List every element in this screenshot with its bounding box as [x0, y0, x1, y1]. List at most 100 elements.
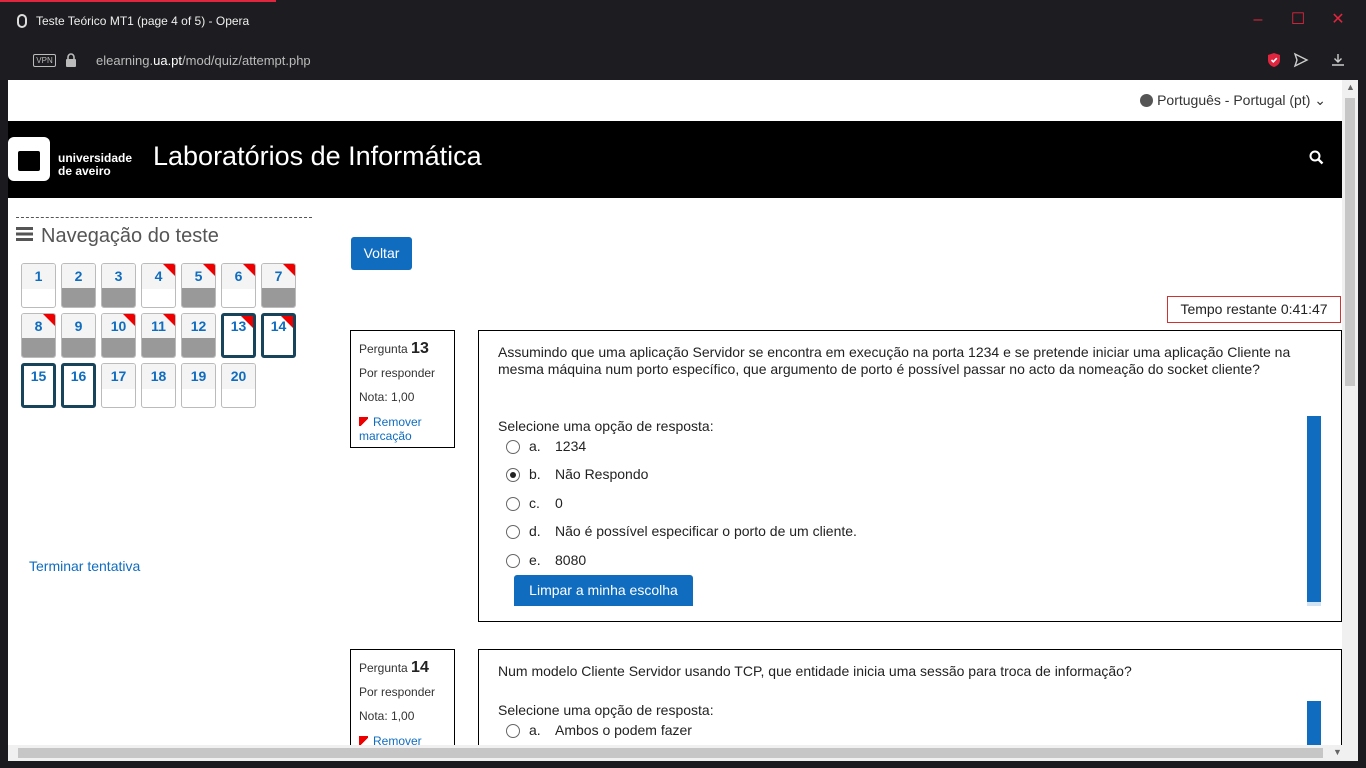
radio-button[interactable]	[506, 724, 520, 738]
answer-prompt: Selecione uma opção de resposta:	[498, 702, 714, 718]
quiz-nav-button-number: 18	[142, 364, 175, 389]
remove-flag-link[interactable]: Remover marcação	[359, 415, 454, 443]
answer-state-fill	[102, 338, 135, 357]
answer-option[interactable]: e. 8080	[506, 551, 1106, 571]
site-title[interactable]: Laboratórios de Informática	[153, 141, 482, 172]
quiz-navigation-block: Navegação do teste 1 2 3 4 5 6 7 8 9 10 11 12 13 14 15…	[16, 217, 312, 574]
quiz-nav-button-11[interactable]: 11	[141, 313, 176, 358]
answer-state-fill	[222, 288, 255, 307]
option-letter: d.	[529, 523, 541, 539]
option-letter: a.	[529, 722, 541, 738]
answer-state-fill	[102, 388, 135, 407]
quiz-nav-button-9[interactable]: 9	[61, 313, 96, 358]
quiz-nav-button-13[interactable]: 13	[221, 313, 256, 358]
quiz-nav-button-number: 9	[62, 314, 95, 339]
option-letter: c.	[529, 495, 540, 511]
option-letter: b.	[529, 466, 541, 482]
quiz-nav-button-number: 17	[102, 364, 135, 389]
quiz-nav-button-1[interactable]: 1	[21, 263, 56, 308]
option-text: Não Respondo	[555, 466, 649, 482]
radio-button[interactable]	[506, 497, 520, 511]
scrollbar-thumb[interactable]	[18, 748, 1323, 758]
question-label: Pergunta	[359, 342, 408, 356]
university-logo-icon[interactable]	[8, 137, 50, 181]
answer-option[interactable]: d. Não é possível especificar o porto de…	[506, 522, 1106, 542]
shield-icon[interactable]	[1265, 51, 1283, 69]
answer-state-fill	[142, 388, 175, 407]
scroll-up-icon[interactable]: ▲	[1346, 82, 1355, 92]
radio-button-checked[interactable]	[506, 468, 520, 482]
quiz-nav-button-6[interactable]: 6	[221, 263, 256, 308]
quiz-nav-button-16[interactable]: 16	[61, 363, 96, 408]
maximize-icon[interactable]: ☐	[1288, 10, 1308, 30]
option-text: Não é possível especificar o porto de um…	[555, 523, 857, 539]
answer-state-fill	[102, 288, 135, 307]
answer-state-fill	[64, 386, 93, 405]
quiz-nav-button-8[interactable]: 8	[21, 313, 56, 358]
radio-button[interactable]	[506, 440, 520, 454]
minimize-icon[interactable]: –	[1248, 10, 1268, 30]
answer-option[interactable]: c. 0	[506, 494, 1106, 514]
block-divider	[16, 217, 312, 218]
radio-button[interactable]	[506, 525, 520, 539]
quiz-nav-button-7[interactable]: 7	[261, 263, 296, 308]
scrollbar-thumb[interactable]	[1345, 98, 1355, 386]
search-icon[interactable]	[1309, 150, 1324, 165]
answer-state-fill	[24, 386, 53, 405]
option-text: Ambos o podem fazer	[555, 722, 692, 738]
scroll-down-icon[interactable]: ▼	[1333, 747, 1342, 757]
horizontal-scrollbar[interactable]: ▼	[8, 745, 1358, 761]
lock-icon[interactable]	[66, 53, 76, 67]
quiz-nav-button-4[interactable]: 4	[141, 263, 176, 308]
quiz-nav-button-15[interactable]: 15	[21, 363, 56, 408]
opera-icon	[17, 14, 27, 28]
quiz-nav-button-number: 12	[182, 314, 215, 339]
chevron-down-icon: ⌄	[1314, 92, 1326, 108]
quiz-nav-button-20[interactable]: 20	[221, 363, 256, 408]
language-menu[interactable]: Português - Portugal (pt) ⌄	[1140, 92, 1326, 109]
quiz-nav-button-19[interactable]: 19	[181, 363, 216, 408]
finish-attempt-link[interactable]: Terminar tentativa	[29, 558, 140, 574]
question-state: Por responder	[359, 685, 436, 699]
quiz-nav-button-number: 1	[22, 264, 55, 289]
quiz-nav-button-10[interactable]: 10	[101, 313, 136, 358]
option-text: 0	[555, 495, 563, 511]
menu-icon	[16, 227, 33, 241]
logo-line2: de aveiro	[58, 164, 111, 178]
remove-flag-link[interactable]: Remover	[359, 734, 454, 745]
download-icon[interactable]	[1329, 51, 1347, 69]
side-accent-bar	[1307, 701, 1321, 745]
quiz-navigation-label: Navegação do teste	[41, 225, 219, 247]
question-state: Por responder	[359, 366, 436, 380]
clear-choice-button[interactable]: Limpar a minha escolha	[514, 575, 693, 606]
answer-option[interactable]: a. 1234	[506, 437, 1106, 457]
vpn-badge[interactable]: VPN	[33, 54, 56, 67]
answer-option[interactable]: b. Não Respondo	[506, 465, 1106, 485]
option-letter: e.	[529, 552, 541, 568]
flag-corner-icon	[243, 264, 255, 276]
radio-button[interactable]	[506, 554, 520, 568]
quiz-nav-button-2[interactable]: 2	[61, 263, 96, 308]
quiz-nav-button-14[interactable]: 14	[261, 313, 296, 358]
quiz-nav-button-5[interactable]: 5	[181, 263, 216, 308]
question-number-value: 14	[411, 659, 429, 676]
quiz-nav-button-3[interactable]: 3	[101, 263, 136, 308]
close-icon[interactable]: ✕	[1328, 10, 1348, 30]
quiz-nav-button-18[interactable]: 18	[141, 363, 176, 408]
answer-state-fill	[182, 388, 215, 407]
quiz-nav-button-12[interactable]: 12	[181, 313, 216, 358]
quiz-nav-button-number: 2	[62, 264, 95, 289]
question-grade: Nota: 1,00	[359, 390, 415, 404]
send-icon[interactable]	[1292, 51, 1310, 69]
url-field[interactable]: elearning.ua.pt/mod/quiz/attempt.php	[96, 53, 311, 68]
url-host: elearning.	[96, 53, 154, 68]
vertical-scrollbar[interactable]: ▲	[1342, 80, 1358, 745]
flag-corner-icon	[241, 316, 253, 328]
back-button[interactable]: Voltar	[351, 237, 412, 270]
quiz-nav-button-17[interactable]: 17	[101, 363, 136, 408]
answer-state-fill	[22, 288, 55, 307]
flag-corner-icon	[283, 264, 295, 276]
active-tab-indicator	[0, 0, 276, 2]
answer-option[interactable]: a. Ambos o podem fazer	[506, 721, 1106, 741]
logo-text[interactable]: universidade de aveiro	[58, 152, 132, 178]
